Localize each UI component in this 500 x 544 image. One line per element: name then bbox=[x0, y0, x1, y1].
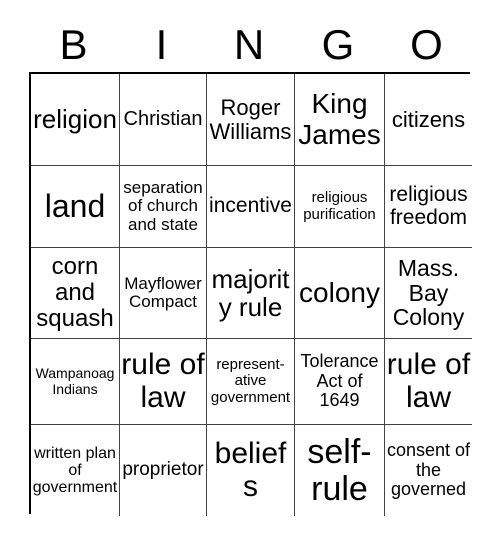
bingo-cell[interactable]: Christian bbox=[120, 74, 207, 166]
bingo-cell-label: Christian bbox=[123, 107, 203, 130]
bingo-cell[interactable]: consent of the governed bbox=[385, 425, 472, 516]
bingo-cell[interactable]: land bbox=[31, 166, 120, 248]
bingo-cell-label: Tolerance Act of 1649 bbox=[300, 351, 379, 411]
bingo-cell[interactable]: Mayflower Compact bbox=[120, 248, 207, 339]
bingo-cell-label: rule of law bbox=[386, 348, 471, 414]
bingo-cell-label: majority rule bbox=[211, 263, 290, 322]
bingo-cell[interactable]: self- rule bbox=[295, 425, 385, 516]
bingo-header-letter-o: O bbox=[410, 21, 443, 68]
bingo-cell-label: land bbox=[44, 188, 106, 225]
bingo-header: B I N G O bbox=[29, 18, 470, 72]
bingo-cell-label: consent of the governed bbox=[386, 440, 471, 500]
bingo-cell-label: Mass. Bay Colony bbox=[392, 254, 465, 331]
bingo-cell-label: religious purification bbox=[303, 189, 376, 223]
bingo-cell[interactable]: proprietor bbox=[120, 425, 207, 516]
bingo-cell-label: colony bbox=[299, 276, 380, 308]
bingo-header-letter-n: N bbox=[233, 21, 265, 68]
bingo-cell-label: separation of church and state bbox=[123, 177, 203, 234]
bingo-cell-label: citizens bbox=[391, 106, 466, 132]
bingo-cell[interactable]: beliefs bbox=[207, 425, 295, 516]
bingo-cell[interactable]: King James bbox=[295, 74, 385, 166]
bingo-cell-label: corn and squash bbox=[36, 253, 114, 332]
bingo-cell[interactable]: Roger Williams bbox=[207, 74, 295, 166]
bingo-cell[interactable]: majority rule bbox=[207, 248, 295, 339]
bingo-cell[interactable]: Mass. Bay Colony bbox=[385, 248, 472, 339]
bingo-cell-label: Roger Williams bbox=[209, 94, 292, 144]
bingo-cell[interactable]: Tolerance Act of 1649 bbox=[295, 339, 385, 425]
bingo-cell-label: King James bbox=[298, 88, 381, 150]
bingo-cell-label: Wampanoag Indians bbox=[35, 365, 115, 397]
bingo-cell-label: written plan of government bbox=[32, 444, 118, 497]
bingo-cell[interactable]: incentive bbox=[207, 166, 295, 248]
bingo-cell-label: Mayflower Compact bbox=[124, 273, 202, 311]
bingo-cell-label: beliefs bbox=[214, 437, 287, 503]
bingo-cell-label: proprietor bbox=[122, 459, 204, 481]
bingo-cell[interactable]: written plan of government bbox=[31, 425, 120, 516]
bingo-cell[interactable]: corn and squash bbox=[31, 248, 120, 339]
bingo-cell[interactable]: Wampanoag Indians bbox=[31, 339, 120, 425]
bingo-cell[interactable]: religious purification bbox=[295, 166, 385, 248]
bingo-header-letter-b: B bbox=[59, 21, 88, 68]
bingo-cell[interactable]: colony bbox=[295, 248, 385, 339]
bingo-cell[interactable]: rule of law bbox=[385, 339, 472, 425]
bingo-cell[interactable]: religious freedom bbox=[385, 166, 472, 248]
bingo-cell-label: religious freedom bbox=[389, 182, 468, 229]
bingo-header-letter-g: G bbox=[321, 21, 355, 68]
bingo-cell[interactable]: represent- ative government bbox=[207, 339, 295, 425]
bingo-cell-label: religion bbox=[33, 104, 117, 135]
bingo-cell[interactable]: religion bbox=[31, 74, 120, 166]
bingo-grid: religion Christian Roger Williams King J… bbox=[29, 72, 472, 516]
bingo-cell[interactable]: rule of law bbox=[120, 339, 207, 425]
bingo-cell-label: rule of law bbox=[121, 348, 205, 414]
bingo-cell-label: incentive bbox=[209, 194, 292, 218]
bingo-cell-label: represent- ative government bbox=[210, 356, 291, 406]
bingo-header-letter-i: I bbox=[155, 21, 168, 68]
bingo-cell-label: self- rule bbox=[307, 432, 372, 508]
bingo-cell[interactable]: separation of church and state bbox=[120, 166, 207, 248]
bingo-card: B I N G O religion Christian Roger Willi… bbox=[0, 0, 500, 544]
bingo-cell[interactable]: citizens bbox=[385, 74, 472, 166]
